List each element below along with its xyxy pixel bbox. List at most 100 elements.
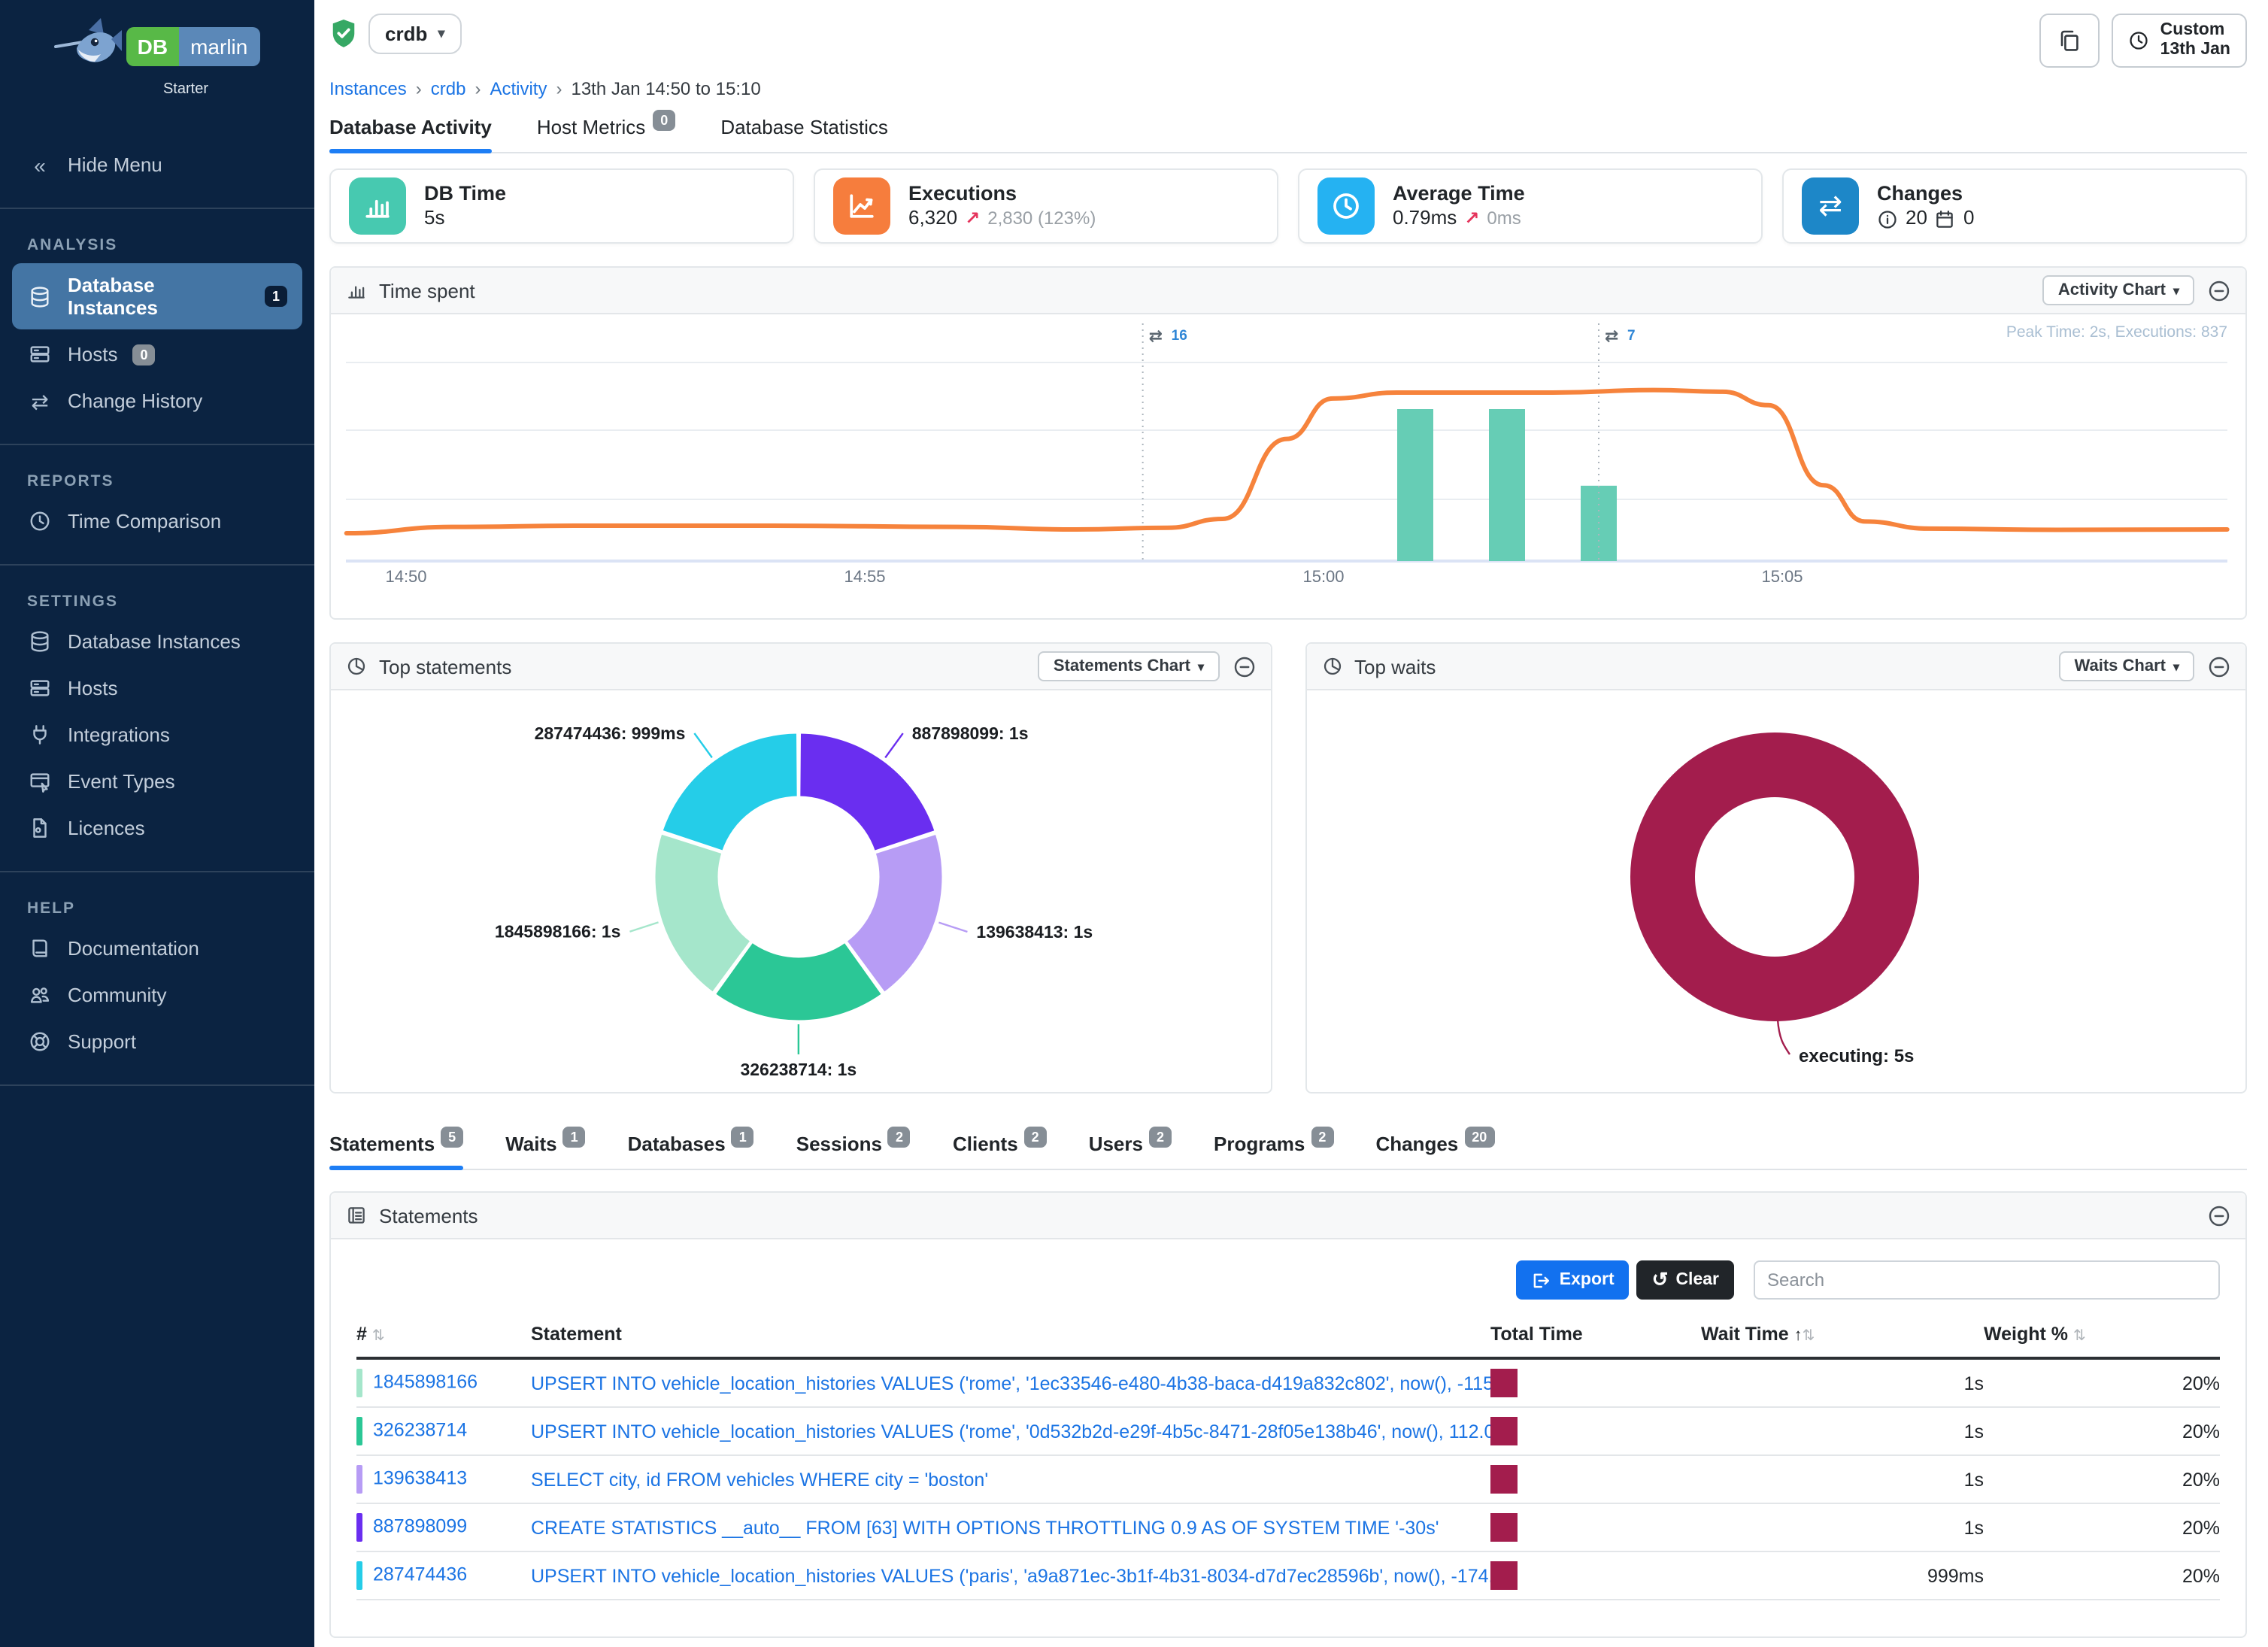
donut-slice[interactable] [799,733,935,851]
tab-clients[interactable]: Clients2 [953,1133,1047,1169]
table-row: 287474436 UPSERT INTO vehicle_location_h… [356,1551,2220,1600]
sidebar-item-integrations[interactable]: Integrations [12,713,302,757]
donut-slice[interactable] [1662,765,1886,989]
card-executions[interactable]: Executions 6,320 ↗ 2,830 (123%) [814,168,1278,244]
change-marker-icon[interactable]: ⇄ [1605,326,1618,345]
sidebar-item-event-types[interactable]: Event Types [12,760,302,803]
search-input[interactable] [1754,1260,2220,1300]
breadcrumb-crdb[interactable]: crdb [431,78,466,99]
db-time-line [347,390,2227,533]
card-changes[interactable]: ⇄ Changes 20 0 [1782,168,2247,244]
statements-donut-chart[interactable]: 887898099: 1s139638413: 1s326238714: 1s1… [331,690,1268,1089]
statement-link[interactable]: UPSERT INTO vehicle_location_histories V… [531,1372,1490,1394]
sidebar-item-settings-hosts[interactable]: Hosts [12,666,302,710]
divider [0,444,314,445]
donut-slice[interactable] [662,733,798,851]
label-leader [694,733,711,757]
brand-logo[interactable]: DB marlin Starter [0,0,314,98]
statement-id-link[interactable]: 326238714 [373,1420,467,1441]
collapse-panel-button[interactable] [1233,655,1255,678]
collapse-panel-button[interactable] [2208,655,2230,678]
copy-link-button[interactable] [2040,14,2100,68]
tab-statements[interactable]: Statements5 [329,1133,463,1169]
section-reports: REPORTS [0,448,314,498]
col-header-statement[interactable]: Statement [531,1315,1490,1358]
count-badge: 0 [132,344,155,365]
sidebar-item-database-instances[interactable]: Database Instances 1 [12,263,302,329]
statement-link[interactable]: UPSERT INTO vehicle_location_histories V… [531,1421,1490,1442]
divider [0,208,314,209]
up-arrow-icon: ↗ [965,208,980,231]
waits-chart-dropdown[interactable]: Waits Chart ▾ [2060,651,2194,681]
sidebar-item-hosts[interactable]: Hosts 0 [12,332,302,376]
collapse-panel-button[interactable] [2208,1204,2230,1227]
table-row: 139638413 SELECT city, id FROM vehicles … [356,1455,2220,1503]
up-arrow-icon: ↗ [1464,208,1479,231]
total-time-bar [1490,1417,1518,1445]
wait-time-cell: 1s [1701,1455,1984,1503]
table-icon [346,1205,367,1226]
tab-database-activity[interactable]: Database Activity [329,116,492,152]
col-header-weight[interactable]: Weight % ⇅ [1984,1315,2220,1358]
change-marker-icon[interactable]: ⇄ [1149,326,1163,345]
licence-icon [27,817,53,839]
activity-chart-dropdown[interactable]: Activity Chart ▾ [2043,275,2194,305]
tab-databases[interactable]: Databases1 [628,1133,754,1169]
waits-donut-chart[interactable]: executing: 5s [1306,690,2243,1089]
statement-id-link[interactable]: 139638413 [373,1468,467,1489]
execution-bar[interactable] [1397,409,1433,561]
change-marker-count[interactable]: 7 [1627,328,1636,344]
breadcrumb-activity[interactable]: Activity [490,78,547,99]
statement-link[interactable]: SELECT city, id FROM vehicles WHERE city… [531,1469,988,1490]
chevron-down-icon: ▾ [2173,660,2179,673]
detail-tabs: Statements5 Waits1 Databases1 Sessions2 … [329,1133,2247,1170]
calendar-icon [1935,209,1956,230]
statement-id-link[interactable]: 1845898166 [373,1372,478,1393]
tab-programs[interactable]: Programs2 [1214,1133,1333,1169]
clear-button[interactable]: ↺ Clear [1637,1260,1734,1300]
col-header-wait-time[interactable]: Wait Time ↑⇅ [1701,1315,1984,1358]
collapse-panel-button[interactable] [2208,279,2230,302]
statement-link[interactable]: UPSERT INTO vehicle_location_histories V… [531,1565,1490,1586]
main-content: crdb ▾ Custom 13th Jan Instances [314,0,2268,1647]
bar-chart-icon [349,177,406,235]
tab-waits[interactable]: Waits1 [505,1133,585,1169]
divider [0,1084,314,1086]
card-average-time[interactable]: Average Time 0.79ms ↗ 0ms [1298,168,1763,244]
sidebar-item-support[interactable]: Support [12,1020,302,1063]
clock-icon [1317,177,1375,235]
breadcrumb-instances[interactable]: Instances [329,78,407,99]
time-range-button[interactable]: Custom 13th Jan [2112,14,2247,68]
tab-sessions[interactable]: Sessions2 [796,1133,911,1169]
instance-selector[interactable]: crdb ▾ [368,14,461,54]
change-marker-count[interactable]: 16 [1172,328,1187,344]
col-header-total-time[interactable]: Total Time [1490,1315,1701,1358]
sidebar-item-change-history[interactable]: ⇄ Change History [12,379,302,423]
table-row: 326238714 UPSERT INTO vehicle_location_h… [356,1407,2220,1455]
statements-chart-dropdown[interactable]: Statements Chart ▾ [1038,651,1219,681]
sidebar-item-documentation[interactable]: Documentation [12,927,302,970]
activity-chart[interactable]: ⇄16⇄714:5014:5515:0015:05 [331,314,2245,618]
hide-menu-button[interactable]: « Hide Menu [12,143,302,187]
panel-title: Time spent [379,279,475,302]
time-spent-panel: Time spent Activity Chart ▾ Peak Time: 2… [329,266,2247,620]
tab-database-statistics[interactable]: Database Statistics [720,116,888,152]
statement-id-link[interactable]: 887898099 [373,1516,467,1537]
sidebar-item-community[interactable]: Community [12,973,302,1017]
statement-link[interactable]: CREATE STATISTICS __auto__ FROM [63] WIT… [531,1517,1439,1538]
label-leader [1777,1020,1789,1054]
export-button[interactable]: Export [1516,1260,1630,1300]
clock-icon [2129,30,2150,51]
tab-users[interactable]: Users2 [1089,1133,1172,1169]
donut-label: 1845898166: 1s [495,922,621,942]
tab-changes[interactable]: Changes20 [1375,1133,1494,1169]
execution-bar[interactable] [1489,409,1525,561]
sidebar-item-settings-database-instances[interactable]: Database Instances [12,620,302,663]
sidebar-item-licences[interactable]: Licences [12,806,302,850]
statement-id-link[interactable]: 287474436 [373,1564,467,1585]
tab-host-metrics[interactable]: Host Metrics 0 [537,116,676,152]
logo-db: DB [127,27,178,66]
sidebar-item-time-comparison[interactable]: Time Comparison [12,499,302,543]
card-db-time[interactable]: DB Time 5s [329,168,794,244]
col-header-id[interactable]: # ⇅ [356,1315,531,1358]
